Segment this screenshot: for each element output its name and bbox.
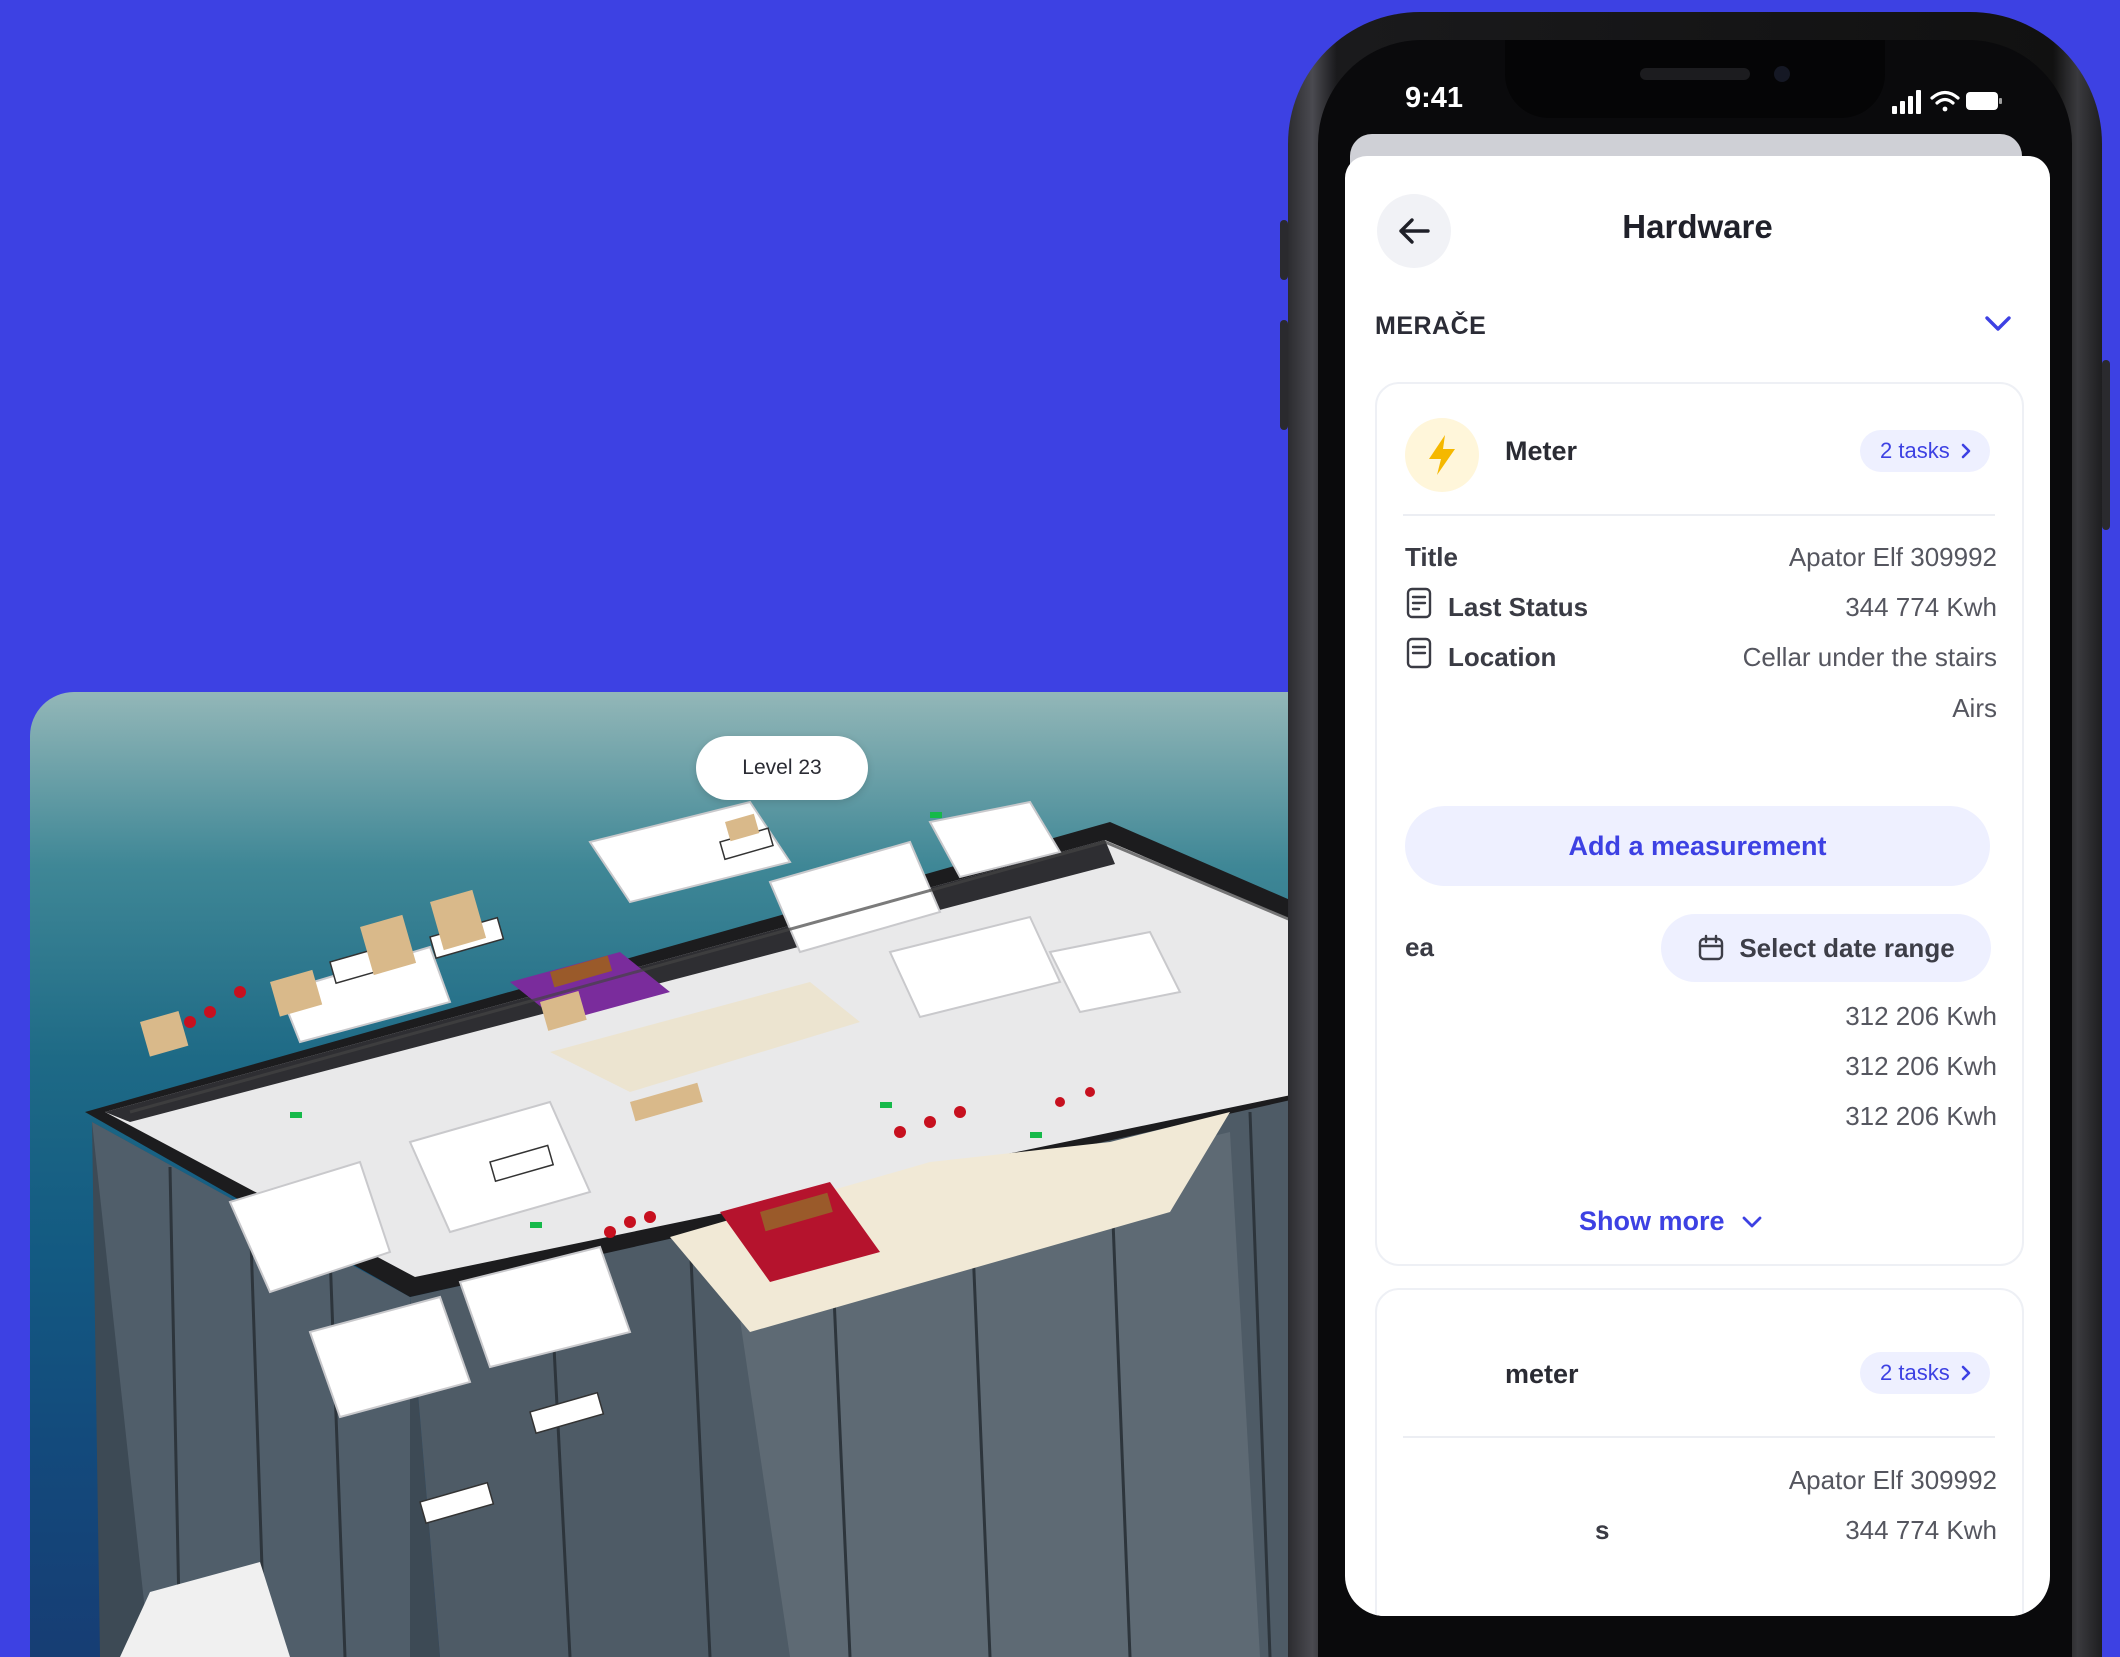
- add-measurement-button[interactable]: Add a measurement: [1405, 806, 1990, 886]
- reading-value: 312 206 Kwh: [1845, 1101, 1997, 1131]
- row-value-2-2: 344 774 Kwh: [1845, 1515, 1997, 1545]
- page-title: Hardware: [1622, 208, 1773, 245]
- tasks-button-2[interactable]: 2 tasks: [1860, 1352, 1990, 1394]
- row-value-last-status: 344 774 Kwh: [1845, 592, 1997, 622]
- document-icon: [1406, 587, 1432, 619]
- row-label-last-status: Last Status: [1448, 592, 1589, 622]
- phone-camera: [1774, 66, 1790, 82]
- chevron-down-icon: [1742, 1216, 1761, 1227]
- phone-volume-button: [1280, 320, 1288, 430]
- chevron-right-icon: [1961, 443, 1971, 459]
- hardware-sheet: Hardware MERAČE Meter 2 tasks Title Apat…: [1345, 156, 2050, 1616]
- meter-name-2: meter: [1505, 1359, 1579, 1389]
- document-icon: [1406, 637, 1432, 669]
- phone-speaker: [1640, 68, 1750, 80]
- row-value-location: Cellar under the stairs: [1742, 642, 1997, 672]
- row-value-4: Airs: [1952, 693, 1997, 723]
- battery-icon: [1966, 92, 2002, 110]
- date-range-label: Select date range: [1739, 932, 1955, 963]
- tasks-label-2: 2 tasks: [1880, 1360, 1950, 1385]
- section-label: MERAČE: [1375, 312, 1487, 340]
- select-date-range-button[interactable]: Select date range: [1661, 914, 1991, 982]
- reading-value: 312 206 Kwh: [1845, 1051, 1997, 1081]
- chevron-down-icon[interactable]: [1981, 306, 2015, 340]
- area-label: ea: [1405, 932, 1434, 962]
- meter-name: Meter: [1505, 436, 1578, 466]
- chevron-right-icon: [1961, 1365, 1971, 1381]
- card-divider: [1403, 1436, 1995, 1438]
- tasks-button[interactable]: 2 tasks: [1860, 430, 1990, 472]
- row-label-title: Title: [1405, 542, 1458, 572]
- lightning-bolt-icon: [1429, 435, 1455, 475]
- row-value-2-1: Apator Elf 309992: [1788, 1465, 1997, 1495]
- card-divider: [1403, 514, 1995, 516]
- status-time: 9:41: [1405, 82, 1464, 114]
- level-label: Level 23: [742, 756, 822, 779]
- row-label-location: Location: [1448, 642, 1557, 672]
- level-indicator-pill[interactable]: Level 23: [696, 736, 868, 800]
- wifi-icon: [1930, 90, 1960, 112]
- meter-card-2: [1375, 1288, 2024, 1616]
- row-value-title: Apator Elf 309992: [1788, 542, 1997, 572]
- signal-icon: [1892, 90, 1921, 114]
- phone-mute-switch: [1280, 220, 1288, 280]
- phone-side-button: [2102, 360, 2110, 530]
- show-more-label: Show more: [1579, 1206, 1725, 1236]
- reading-value: 312 206 Kwh: [1845, 1001, 1997, 1031]
- row-label-2-2: s: [1595, 1515, 1610, 1545]
- show-more-button[interactable]: Show more: [1579, 1206, 1763, 1237]
- calendar-icon: [1699, 934, 1724, 961]
- status-icons: [1892, 90, 2002, 114]
- tasks-label: 2 tasks: [1880, 438, 1950, 463]
- meter-icon-badge: [1405, 418, 1479, 492]
